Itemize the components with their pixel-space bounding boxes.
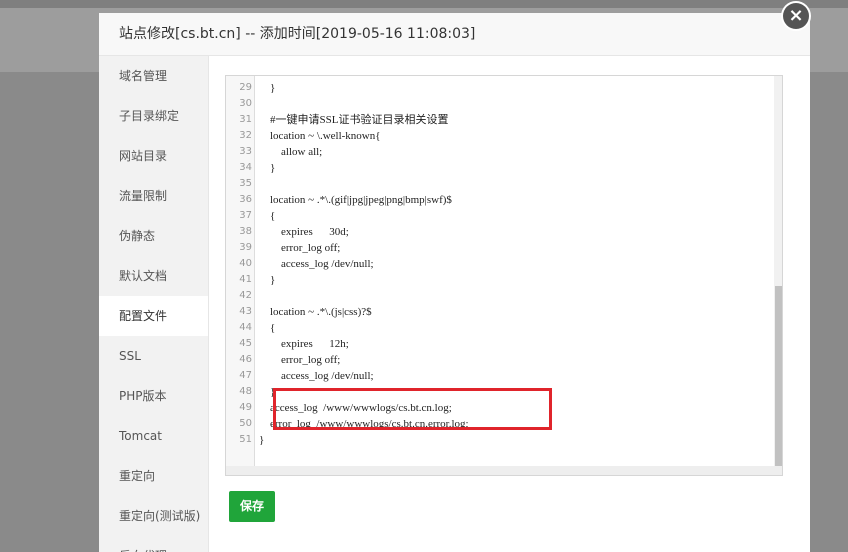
sidebar-item[interactable]: SSL: [99, 336, 208, 376]
line-text: {: [259, 322, 276, 334]
line-text: access_log /dev/null;: [259, 258, 374, 270]
line-number: 36: [239, 194, 252, 205]
line-text: }: [259, 82, 276, 94]
code-line: 34 }: [226, 160, 774, 176]
line-text: {: [259, 210, 276, 222]
line-number: 32: [239, 130, 252, 141]
sidebar: 域名管理 子目录绑定 网站目录 流量限制 伪静态 默认文档 配置文件 SSL PHP版本 Tomc…: [99, 56, 209, 552]
code-line: 36 location ~ .*\.(gif|jpg|jpeg|png|bmp|…: [226, 192, 774, 208]
line-text: expires 30d;: [259, 226, 349, 238]
code-line: 37 {: [226, 208, 774, 224]
code-line: 29 }: [226, 80, 774, 96]
sidebar-item[interactable]: 配置文件: [99, 296, 208, 336]
sidebar-item[interactable]: 反向代理: [99, 536, 208, 552]
code-line: 49 access_log /www/wwwlogs/cs.bt.cn.log;: [226, 400, 774, 416]
close-icon: ×: [783, 3, 809, 29]
code-line: 30: [226, 96, 774, 112]
code-line: 45 expires 12h;: [226, 336, 774, 352]
line-number: 51: [239, 434, 252, 445]
line-number: 49: [239, 402, 252, 413]
sidebar-item[interactable]: 流量限制: [99, 176, 208, 216]
line-number: 42: [239, 290, 252, 301]
line-number: 33: [239, 146, 252, 157]
line-text: }: [259, 162, 276, 174]
save-button[interactable]: 保存: [229, 491, 275, 522]
line-number: 35: [239, 178, 252, 189]
code-line: 39 error_log off;: [226, 240, 774, 256]
line-text: error_log off;: [259, 242, 341, 254]
code-line: 32 location ~ \.well-known{: [226, 128, 774, 144]
line-text: location ~ .*\.(gif|jpg|jpeg|png|bmp|swf…: [259, 194, 452, 206]
line-number: 48: [239, 386, 252, 397]
line-text: expires 12h;: [259, 338, 349, 350]
line-number: 44: [239, 322, 252, 333]
line-number: 37: [239, 210, 252, 221]
code-line: 44 {: [226, 320, 774, 336]
code-line: 40 access_log /dev/null;: [226, 256, 774, 272]
line-text: }: [259, 274, 276, 286]
code-line: 48 }: [226, 384, 774, 400]
code-line: 38 expires 30d;: [226, 224, 774, 240]
line-text: #一键申请SSL证书验证目录相关设置: [259, 114, 449, 126]
code-line: 41 }: [226, 272, 774, 288]
line-number: 45: [239, 338, 252, 349]
line-number: 31: [239, 114, 252, 125]
line-number: 46: [239, 354, 252, 365]
line-number: 34: [239, 162, 252, 173]
sidebar-item[interactable]: 默认文档: [99, 256, 208, 296]
vertical-scrollbar-thumb[interactable]: [775, 286, 782, 466]
code-area[interactable]: 29 } 30 31 #一键申请SSL证书验证目录相关设置 32 location ~…: [226, 76, 774, 466]
code-line: 42: [226, 288, 774, 304]
code-line: 46 error_log off;: [226, 352, 774, 368]
line-number: 29: [239, 82, 252, 93]
line-text: location ~ \.well-known{: [259, 130, 381, 142]
modal-title: 站点修改[cs.bt.cn] -- 添加时间[2019-05-16 11:08:…: [119, 26, 476, 42]
sidebar-item[interactable]: Tomcat: [99, 416, 208, 456]
code-line: 43 location ~ .*\.(js|css)?$: [226, 304, 774, 320]
sidebar-item[interactable]: 伪静态: [99, 216, 208, 256]
line-text: location ~ .*\.(js|css)?$: [259, 306, 372, 318]
sidebar-item[interactable]: 域名管理: [99, 56, 208, 96]
sidebar-item[interactable]: 网站目录: [99, 136, 208, 176]
line-text: access_log /www/wwwlogs/cs.bt.cn.log;: [259, 402, 452, 414]
line-text: access_log /dev/null;: [259, 370, 374, 382]
code-line: 31 #一键申请SSL证书验证目录相关设置: [226, 112, 774, 128]
close-button[interactable]: ×: [781, 1, 811, 31]
line-number: 43: [239, 306, 252, 317]
line-text: error_log off;: [259, 354, 341, 366]
line-number: 41: [239, 274, 252, 285]
modal-header: 站点修改[cs.bt.cn] -- 添加时间[2019-05-16 11:08:…: [99, 13, 810, 56]
line-number: 50: [239, 418, 252, 429]
line-text: error_log /www/wwwlogs/cs.bt.cn.error.lo…: [259, 418, 469, 430]
line-number: 39: [239, 242, 252, 253]
sidebar-item[interactable]: 重定向(测试版): [99, 496, 208, 536]
sidebar-item[interactable]: PHP版本: [99, 376, 208, 416]
line-number: 30: [239, 98, 252, 109]
site-edit-modal: 站点修改[cs.bt.cn] -- 添加时间[2019-05-16 11:08:…: [99, 13, 810, 552]
code-line: 50 error_log /www/wwwlogs/cs.bt.cn.error…: [226, 416, 774, 432]
line-number: 38: [239, 226, 252, 237]
line-number: 40: [239, 258, 252, 269]
code-line: 33 allow all;: [226, 144, 774, 160]
code-line: 51}: [226, 432, 774, 448]
horizontal-scrollbar[interactable]: [226, 466, 782, 475]
line-number: 47: [239, 370, 252, 381]
line-text: }: [259, 386, 276, 398]
code-line: 47 access_log /dev/null;: [226, 368, 774, 384]
sidebar-item[interactable]: 子目录绑定: [99, 96, 208, 136]
line-text: allow all;: [259, 146, 323, 158]
background-top-bar: [0, 0, 848, 8]
sidebar-item[interactable]: 重定向: [99, 456, 208, 496]
code-line: 35: [226, 176, 774, 192]
line-text: }: [259, 434, 265, 446]
config-editor[interactable]: 29 } 30 31 #一键申请SSL证书验证目录相关设置 32 location ~…: [225, 75, 783, 476]
